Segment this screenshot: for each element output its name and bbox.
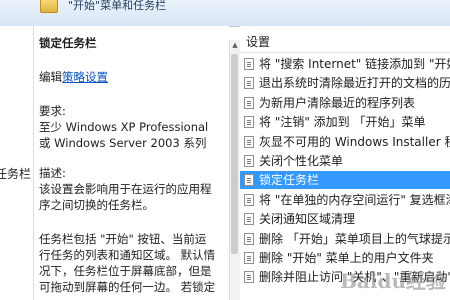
setting-row[interactable]: 删除 「开始」菜单项目上的气球提示: [240, 230, 450, 248]
setting-row[interactable]: 将 "在单独的内存空间运行" 复选框添: [240, 191, 450, 209]
setting-label: 退出系统时清除最近打开的文档的历史: [259, 76, 450, 91]
policy-setting-icon: [244, 213, 254, 226]
setting-label: 锁定任务栏: [259, 173, 320, 188]
policy-title: 锁定任务栏: [39, 36, 97, 50]
folder-icon: [40, 0, 58, 13]
watermark: Baidu经验: [316, 260, 446, 296]
description-line: 序之间切换的任务栏。: [39, 198, 154, 212]
policy-setting-icon: [244, 232, 254, 245]
setting-label: 灰显不可用的 Windows Installer 程序: [259, 134, 450, 149]
header-bar: "开始"菜单和任务栏: [0, 0, 450, 27]
column-header-label: 设置: [246, 35, 271, 49]
setting-row[interactable]: 关闭个性化菜单: [240, 152, 450, 170]
policy-setting-icon: [244, 271, 254, 284]
settings-list: 设置 将 "搜索 Internet" 链接添加到 "开始 退出系统时清除最近打开的…: [240, 26, 450, 300]
setting-label: 将 "注销" 添加到 「开始」菜单: [259, 115, 426, 130]
description-line: 可拖动到屏幕的任何一边。 若锁定: [39, 280, 216, 294]
setting-row[interactable]: 灰显不可用的 Windows Installer 程序: [240, 133, 450, 151]
setting-label: 将 "在单独的内存空间运行" 复选框添: [259, 192, 450, 207]
edit-policy-line: 编辑策略设置: [39, 70, 108, 85]
description-line: 行任务的列表和通知区域。 默认情: [39, 248, 216, 262]
settings-column-header[interactable]: 设置: [240, 32, 450, 53]
navigation-tree: 任务栏: [0, 26, 34, 300]
policy-setting-icon: [244, 252, 254, 264]
tree-item-taskbar[interactable]: 任务栏: [0, 166, 31, 182]
edit-policy-link[interactable]: 策略设置: [62, 70, 108, 84]
description-line: 任务栏包括 "开始" 按钮、当前运: [39, 232, 207, 246]
setting-row[interactable]: 关闭通知区域清理: [240, 210, 450, 228]
policy-setting-icon: [244, 155, 254, 167]
scroll-up-arrow-icon[interactable]: ▲: [231, 40, 239, 50]
watermark-text: Baidu经验: [340, 269, 446, 293]
policy-setting-icon: [244, 174, 254, 187]
policy-setting-icon: [244, 116, 254, 129]
description-line: 况下，任务栏位于屏幕底部，但是: [39, 264, 212, 278]
requirement-line: 或 Windows Server 2003 系列: [39, 136, 207, 150]
setting-label: 删除 「开始」菜单项目上的气球提示: [259, 231, 450, 246]
requirement-line: 至少 Windows XP Professional: [39, 120, 209, 134]
scrollbar-thumb[interactable]: [231, 54, 238, 254]
policy-setting-icon: [244, 193, 254, 206]
setting-row[interactable]: 退出系统时清除最近打开的文档的历史: [240, 74, 450, 92]
description-label: 描述:: [39, 166, 66, 180]
setting-label: 为新用户清除最近的程序列表: [259, 95, 416, 110]
policy-setting-icon: [244, 58, 254, 70]
description-line: 该设置会影响用于在运行的应用程: [39, 182, 212, 196]
setting-label: 关闭通知区域清理: [259, 212, 356, 227]
setting-row[interactable]: 为新用户清除最近的程序列表: [240, 94, 450, 112]
setting-row[interactable]: 锁定任务栏: [240, 171, 450, 190]
policy-setting-icon: [244, 96, 254, 109]
policy-setting-icon: [244, 77, 254, 90]
requirement-label: 要求:: [39, 104, 66, 118]
setting-label: 关闭个性化菜单: [259, 154, 344, 168]
policy-setting-icon: [244, 135, 254, 148]
header-title: "开始"菜单和任务栏: [68, 0, 167, 12]
setting-label: 将 "搜索 Internet" 链接添加到 "开始: [259, 57, 450, 71]
description-pane: 锁定任务栏 编辑策略设置 要求: 至少 Windows XP Professio…: [34, 26, 229, 300]
setting-row[interactable]: 将 "搜索 Internet" 链接添加到 "开始: [240, 55, 450, 73]
edit-prefix: 编辑: [39, 70, 62, 84]
setting-row[interactable]: 将 "注销" 添加到 「开始」菜单: [240, 113, 450, 131]
